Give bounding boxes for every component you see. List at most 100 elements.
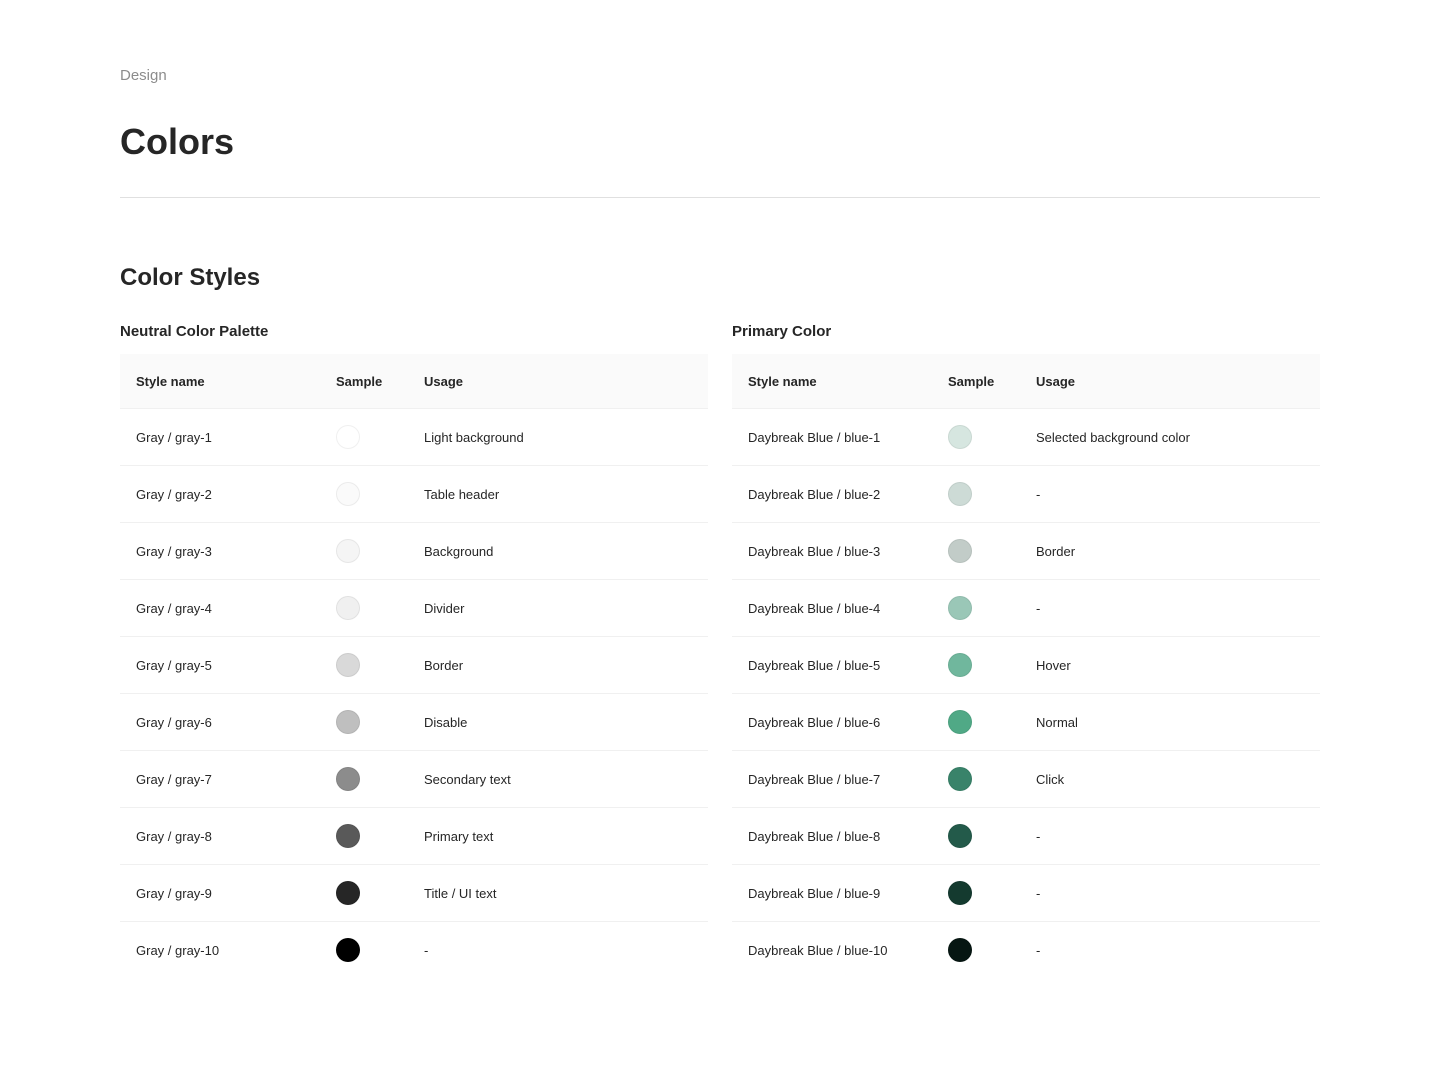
color-swatch	[336, 938, 360, 962]
color-swatch	[948, 482, 972, 506]
table-row: Gray / gray-6 Disable	[120, 694, 708, 751]
usage-text: -	[1036, 885, 1041, 901]
sample-cell	[948, 425, 1036, 449]
style-name: Daybreak Blue / blue-5	[748, 657, 881, 673]
color-table: Style name Sample Usage Gray / gray-1 Lig…	[120, 354, 708, 978]
section-title: Color Styles	[120, 264, 261, 291]
table-row: Gray / gray-4 Divider	[120, 580, 708, 637]
table-row: Daybreak Blue / blue-7 Click	[732, 751, 1320, 808]
style-name: Gray / gray-3	[136, 543, 212, 559]
usage-text: Light background	[424, 429, 524, 445]
header-usage: Usage	[424, 373, 464, 389]
color-swatch	[948, 425, 972, 449]
usage-text: Secondary text	[424, 771, 511, 787]
color-swatch	[336, 539, 360, 563]
color-swatch	[948, 938, 972, 962]
style-name: Daybreak Blue / blue-4	[748, 600, 881, 616]
color-swatch	[336, 653, 360, 677]
sample-cell	[948, 596, 1036, 620]
table-row: Daybreak Blue / blue-9 -	[732, 865, 1320, 922]
header-style-name: Style name	[136, 373, 205, 389]
table-row: Daybreak Blue / blue-6 Normal	[732, 694, 1320, 751]
style-name: Daybreak Blue / blue-3	[748, 543, 881, 559]
usage-text: -	[1036, 942, 1041, 958]
page-title: Colors	[120, 121, 235, 162]
color-swatch	[336, 767, 360, 791]
color-swatch	[948, 767, 972, 791]
sample-cell	[948, 881, 1036, 905]
title-divider	[120, 197, 1320, 198]
style-name: Daybreak Blue / blue-9	[748, 885, 881, 901]
primary-color-palette: Primary Color Style name Sample Usage Da…	[732, 322, 1320, 978]
sample-cell	[336, 767, 424, 791]
header-sample: Sample	[948, 373, 995, 389]
sample-cell	[948, 938, 1036, 962]
color-swatch	[948, 710, 972, 734]
table-header: Style name Sample Usage	[120, 354, 708, 409]
style-name: Gray / gray-1	[136, 429, 212, 445]
style-name: Gray / gray-7	[136, 771, 212, 787]
table-row: Gray / gray-2 Table header	[120, 466, 708, 523]
table-row: Gray / gray-1 Light background	[120, 409, 708, 466]
sample-cell	[336, 938, 424, 962]
table-row: Gray / gray-8 Primary text	[120, 808, 708, 865]
usage-text: Title / UI text	[424, 885, 497, 901]
color-swatch	[336, 710, 360, 734]
sample-cell	[948, 710, 1036, 734]
header-style-name: Style name	[748, 373, 817, 389]
sample-cell	[948, 653, 1036, 677]
sample-cell	[336, 539, 424, 563]
style-name: Gray / gray-6	[136, 714, 212, 730]
usage-text: Normal	[1036, 714, 1078, 730]
usage-text: Table header	[424, 486, 500, 502]
color-swatch	[336, 881, 360, 905]
palette-title: Neutral Color Palette	[120, 323, 269, 340]
style-name: Gray / gray-8	[136, 828, 212, 844]
sample-cell	[948, 824, 1036, 848]
table-row: Gray / gray-7 Secondary text	[120, 751, 708, 808]
table-row: Daybreak Blue / blue-10 -	[732, 922, 1320, 978]
usage-text: Hover	[1036, 657, 1071, 673]
breadcrumb[interactable]: Design	[120, 67, 167, 84]
usage-text: Background	[424, 543, 494, 559]
sample-cell	[336, 710, 424, 734]
table-body: Daybreak Blue / blue-1 Selected backgroun…	[732, 409, 1320, 978]
sample-cell	[948, 482, 1036, 506]
style-name: Daybreak Blue / blue-8	[748, 828, 881, 844]
color-swatch	[336, 596, 360, 620]
usage-text: -	[1036, 600, 1041, 616]
table-row: Daybreak Blue / blue-1 Selected backgroun…	[732, 409, 1320, 466]
sample-cell	[336, 653, 424, 677]
header-usage: Usage	[1036, 373, 1076, 389]
style-name: Daybreak Blue / blue-2	[748, 486, 881, 502]
color-swatch	[336, 425, 360, 449]
style-name: Gray / gray-4	[136, 600, 212, 616]
color-table: Style name Sample Usage Daybreak Blue / …	[732, 354, 1320, 978]
style-name: Daybreak Blue / blue-1	[748, 429, 881, 445]
usage-text: -	[424, 942, 429, 958]
sample-cell	[336, 482, 424, 506]
usage-text: Border	[1036, 543, 1076, 559]
style-name: Daybreak Blue / blue-6	[748, 714, 881, 730]
style-name: Gray / gray-2	[136, 486, 212, 502]
table-row: Daybreak Blue / blue-2 -	[732, 466, 1320, 523]
usage-text: Divider	[424, 600, 465, 616]
table-row: Daybreak Blue / blue-8 -	[732, 808, 1320, 865]
usage-text: Primary text	[424, 828, 494, 844]
sample-cell	[336, 425, 424, 449]
usage-text: Selected background color	[1036, 429, 1190, 445]
color-swatch	[336, 824, 360, 848]
table-row: Gray / gray-10 -	[120, 922, 708, 978]
color-swatch	[948, 881, 972, 905]
sample-cell	[948, 539, 1036, 563]
style-name: Daybreak Blue / blue-7	[748, 771, 881, 787]
usage-text: Disable	[424, 714, 468, 730]
usage-text: Border	[424, 657, 464, 673]
table-row: Daybreak Blue / blue-5 Hover	[732, 637, 1320, 694]
sample-cell	[948, 767, 1036, 791]
table-row: Gray / gray-9 Title / UI text	[120, 865, 708, 922]
sample-cell	[336, 596, 424, 620]
color-swatch	[948, 539, 972, 563]
table-row: Daybreak Blue / blue-3 Border	[732, 523, 1320, 580]
style-name: Gray / gray-9	[136, 885, 212, 901]
